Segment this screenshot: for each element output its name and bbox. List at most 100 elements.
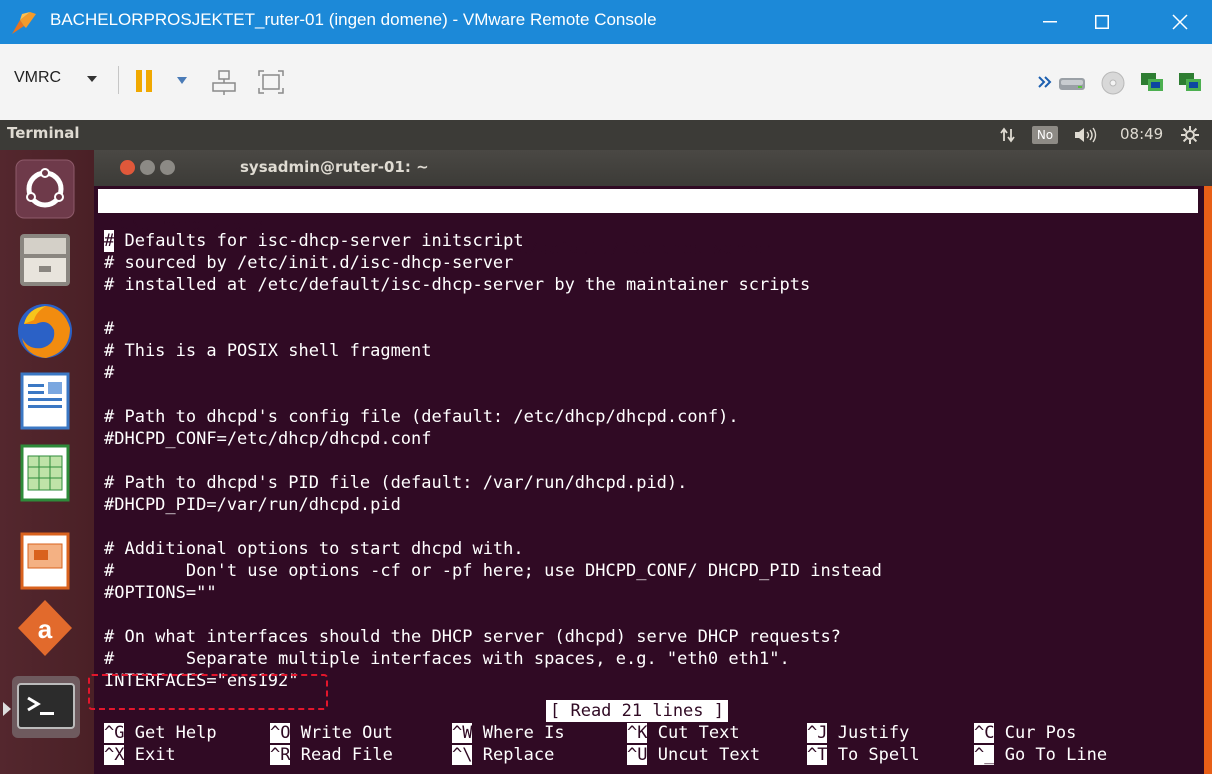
shortcut-key: ^_ [974,745,995,765]
more-chevron-icon[interactable] [1038,76,1052,88]
shortcut-key: ^J [807,723,828,743]
file-line: # This is a POSIX shell fragment [104,341,432,361]
file-line: #OPTIONS="" [104,583,217,603]
file-line: #DHCPD_PID=/var/run/dhcpd.pid [104,495,401,515]
shortcut-key: ^T [807,745,828,765]
file-line: # [104,319,115,339]
network-adapter-icon[interactable] [1140,70,1164,94]
minimize-icon [1043,21,1057,23]
file-line: #DHCPD_CONF=/etc/dhcp/dhcpd.conf [104,429,432,449]
file-line: # Additional options to start dhcpd with… [104,539,524,559]
launcher-writer[interactable] [14,370,76,432]
shortcut-label: Uncut Text [647,745,761,765]
network-arrows-icon[interactable] [1000,127,1016,143]
amazon-icon: a [18,600,72,656]
launcher-calc[interactable] [14,442,76,504]
shortcut-label: Where Is [472,723,565,743]
shortcut-label: Cut Text [647,723,740,743]
terminal-maximize-button[interactable] [160,160,175,175]
launcher-files[interactable] [14,228,76,290]
volume-icon[interactable] [1074,127,1100,143]
shortcut-key: ^X [104,745,125,765]
ubuntu-launcher: a [0,150,94,774]
file-line: # installed at /etc/default/isc-dhcp-ser… [104,275,811,295]
panel-clock[interactable]: 08:49 [1120,125,1163,143]
file-line: # Path to dhcpd's config file (default: … [104,407,739,427]
active-app-indicator-icon [3,702,11,716]
shortcut-label: Write Out [290,723,393,743]
shortcut-label: Read File [290,745,393,765]
terminal-minimize-button[interactable] [140,160,155,175]
terminal-close-button[interactable] [120,160,135,175]
launcher-dash[interactable] [14,158,76,220]
nano-shortcut[interactable]: ^U Uncut Text [627,744,760,766]
nano-shortcut[interactable]: ^O Write Out [270,722,393,744]
active-app-name: Terminal [7,124,80,142]
network-adapter-icon[interactable] [1178,70,1202,94]
nano-status-message: [ Read 21 lines ] [546,700,728,722]
shortcut-key: ^\ [452,745,473,765]
maximize-button[interactable] [1072,0,1132,44]
file-line: # On what interfaces should the DHCP ser… [104,627,841,647]
keyboard-layout-indicator[interactable]: No [1032,126,1058,144]
terminal-title: sysadmin@ruter-01: ~ [240,158,429,176]
launcher-firefox[interactable] [14,300,76,362]
libreoffice-impress-icon [20,532,70,590]
network-icon[interactable] [211,69,237,95]
shortcut-key: ^U [627,745,648,765]
svg-text:a: a [38,614,53,644]
maximize-icon [1095,15,1109,29]
firefox-icon [18,304,72,358]
shortcut-label: Cur Pos [994,723,1077,743]
nano-shortcut[interactable]: ^W Where Is [452,722,565,744]
vmrc-toolbar: VMRC [0,44,1212,121]
file-line: # Don't use options -cf or -pf here; use… [104,561,882,581]
shortcut-key: ^C [974,723,995,743]
shortcut-key: ^O [270,723,291,743]
shortcut-key: ^K [627,723,648,743]
terminal-icon [17,683,75,729]
close-icon [1172,14,1188,30]
window-titlebar[interactable]: BACHELORPROSJEKTET_ruter-01 (ingen domen… [0,0,1212,44]
libreoffice-calc-icon [20,444,70,502]
ubuntu-top-panel: Terminal No 08:49 [0,120,1212,150]
shortcut-label: Exit [124,745,176,765]
shortcut-key: ^W [452,723,473,743]
shortcut-key: ^G [104,723,125,743]
nano-shortcut[interactable]: ^X Exit [104,744,176,766]
nano-header-bar: GNU nano 2.5.3 File: /etc/default/isc-dh… [98,189,1198,259]
libreoffice-writer-icon [20,372,70,430]
nano-shortcut[interactable]: ^C Cur Pos [974,722,1076,744]
nano-shortcut[interactable]: ^\ Replace [452,744,554,766]
shortcut-label: To Spell [827,745,920,765]
file-line: # Path to dhcpd's PID file (default: /va… [104,473,688,493]
shortcut-label: Justify [827,723,910,743]
launcher-impress[interactable] [14,530,76,592]
file-line: # [104,363,115,383]
launcher-amazon[interactable]: a [14,598,76,660]
dropdown-caret-icon[interactable] [87,76,97,82]
text-cursor: # [104,230,115,252]
shortcut-label: Get Help [124,723,217,743]
cd-rom-icon[interactable] [1100,70,1126,96]
terminal-titlebar[interactable]: sysadmin@ruter-01: ~ [94,150,1212,186]
launcher-terminal[interactable] [12,676,80,738]
nano-shortcut[interactable]: ^J Justify [807,722,909,744]
file-line: # sourced by /etc/init.d/isc-dhcp-server [104,253,514,273]
shortcut-key: ^R [270,745,291,765]
minimize-button[interactable] [1020,0,1080,44]
hard-disk-icon[interactable] [1058,74,1086,92]
fullscreen-icon[interactable] [258,70,284,94]
settings-gear-icon[interactable] [1180,125,1200,145]
window-title: BACHELORPROSJEKTET_ruter-01 (ingen domen… [50,10,657,29]
shortcut-label: Go To Line [994,745,1108,765]
nano-shortcut[interactable]: ^K Cut Text [627,722,740,744]
nano-shortcut[interactable]: ^G Get Help [104,722,217,744]
vmrc-menu-button[interactable]: VMRC [14,69,61,87]
pause-icon[interactable] [135,69,153,93]
close-button[interactable] [1150,0,1210,44]
nano-shortcut[interactable]: ^_ Go To Line [974,744,1107,766]
pause-dropdown-icon[interactable] [177,77,187,84]
nano-shortcut[interactable]: ^R Read File [270,744,393,766]
nano-shortcut[interactable]: ^T To Spell [807,744,920,766]
